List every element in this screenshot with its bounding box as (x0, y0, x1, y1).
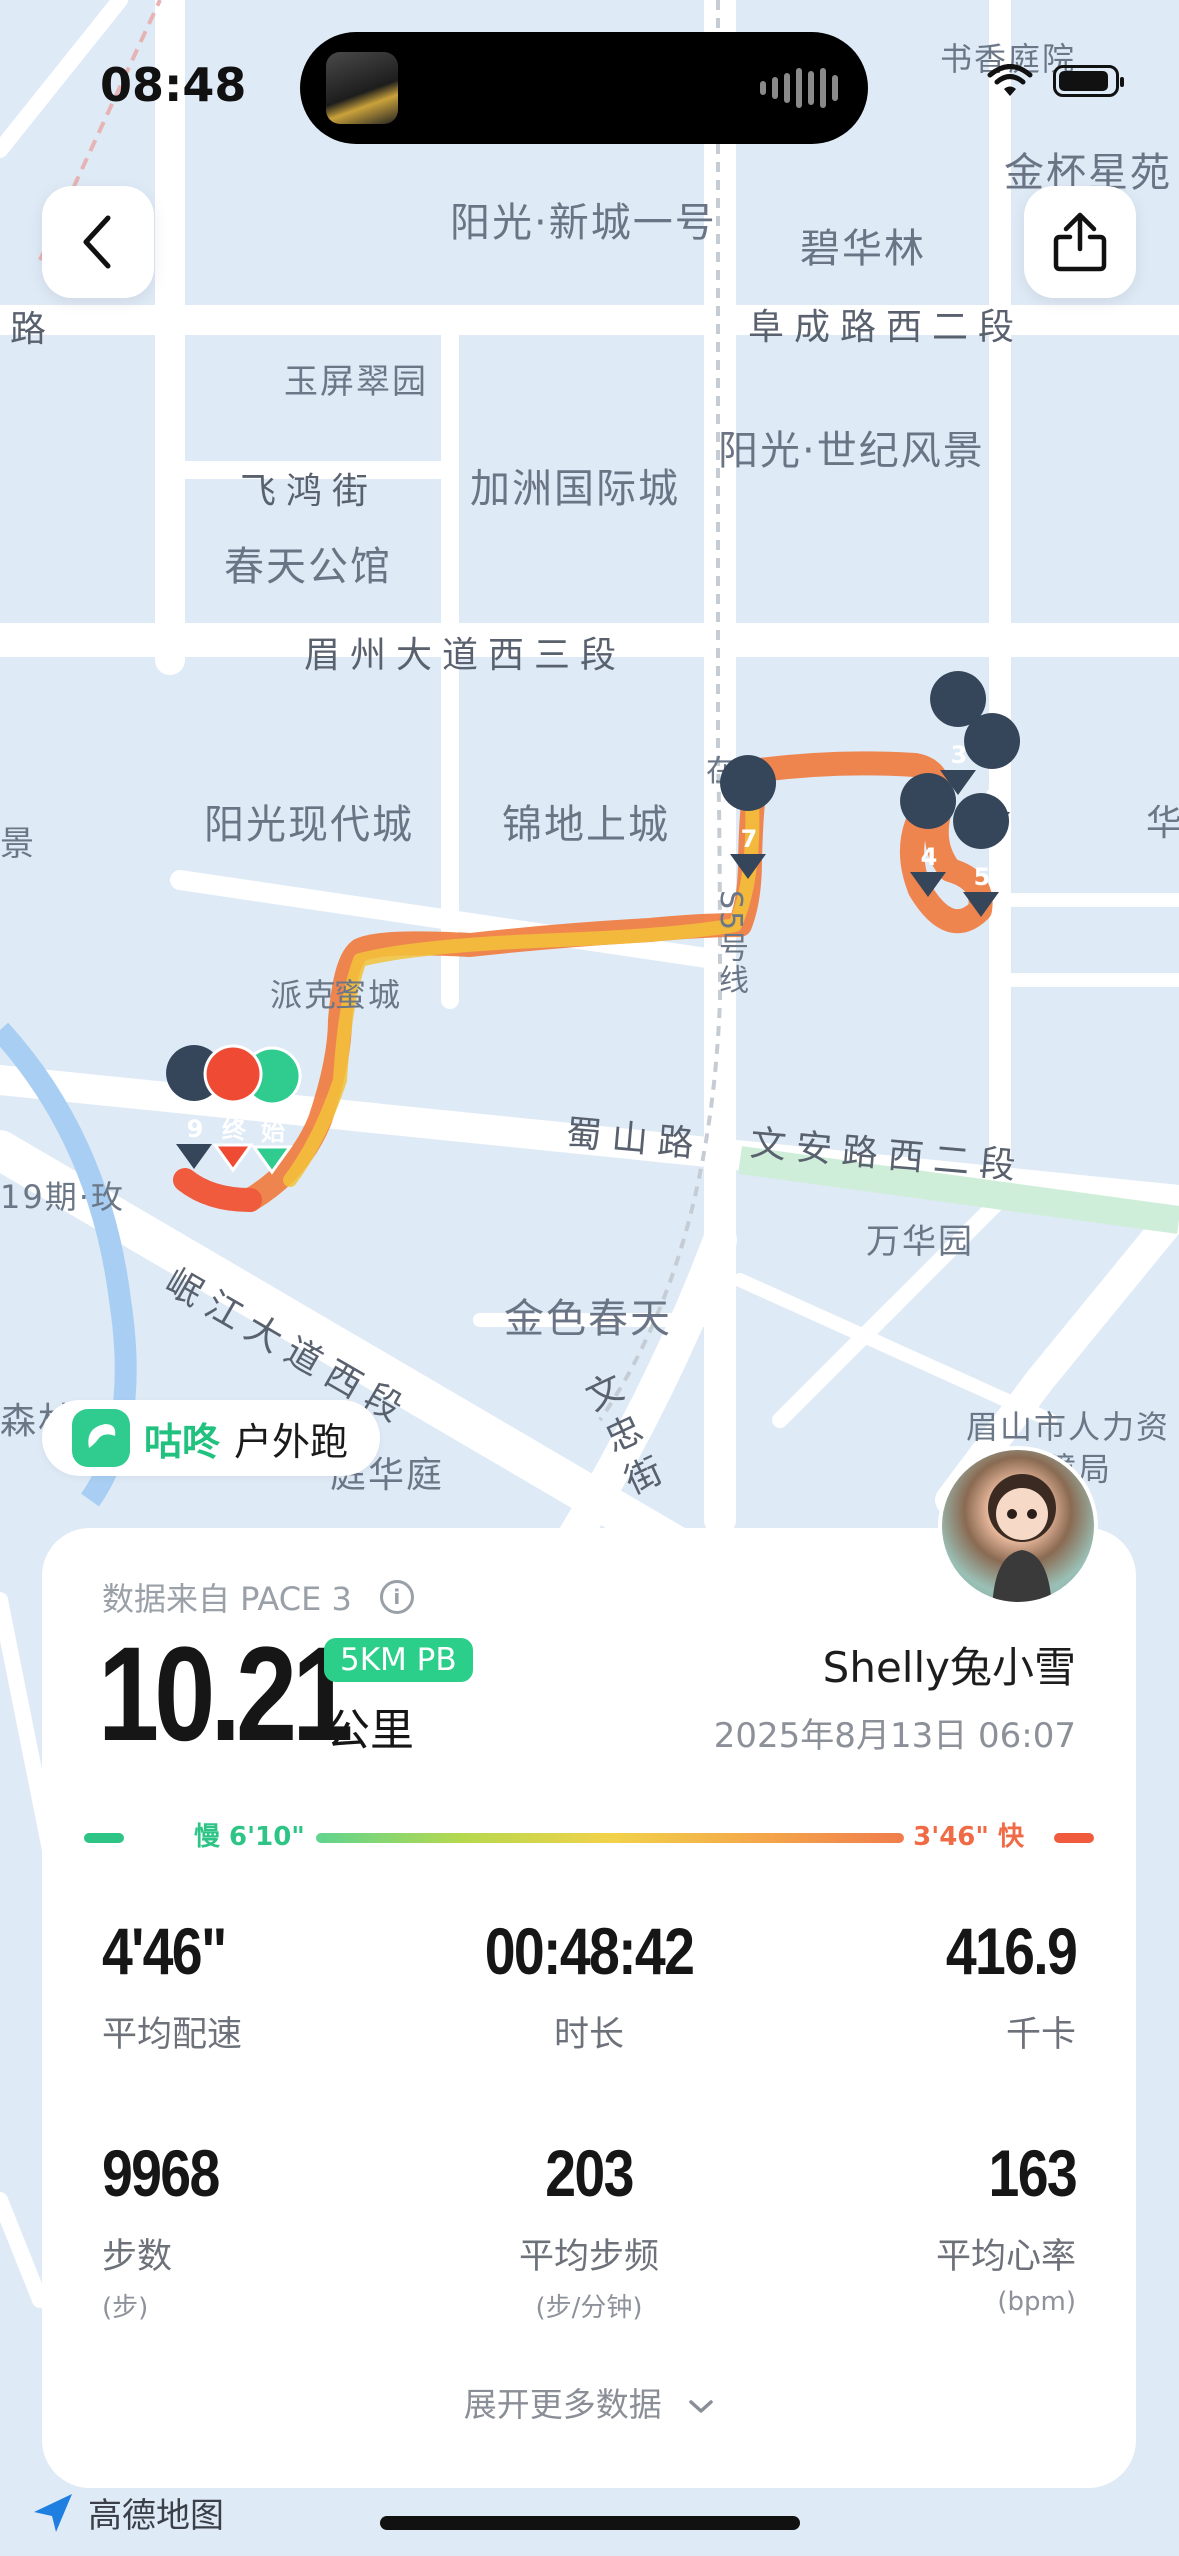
share-button[interactable] (1024, 186, 1136, 298)
expand-more-button[interactable]: 展开更多数据 (42, 2378, 1136, 2426)
back-button[interactable] (42, 186, 154, 298)
stat-value: 4'46" (102, 1914, 227, 1988)
workout-datetime: 2025年8月13日 06:07 (713, 1716, 1076, 1756)
pace-fast-label: 3'46" 快 (913, 1822, 1024, 1852)
svg-text:7: 7 (741, 825, 758, 853)
stat-label: 平均心率 (935, 2237, 1076, 2277)
svg-text:终: 终 (222, 1116, 247, 1144)
stat-label: 平均步频 (518, 2237, 659, 2277)
km-marker-7[interactable]: 7 (720, 755, 777, 879)
stat-unit: (步/分钟) (535, 2293, 643, 2323)
stat-cadence: 203 平均步频 (步/分钟) (364, 2140, 814, 2324)
wifi-icon (987, 64, 1033, 96)
pace-slow-label: 慢 6'10" (194, 1822, 305, 1852)
stat-heart-rate: 163 平均心率 (bpm) (935, 2136, 1078, 2317)
stat-value: 00:48:42 (484, 1914, 695, 1988)
status-icons (987, 64, 1124, 98)
svg-text:5: 5 (974, 863, 991, 891)
stat-value: 9968 (102, 2136, 220, 2210)
codoon-logo-icon (72, 1409, 130, 1467)
stat-value: 163 (988, 2136, 1078, 2210)
stat-label: 时长 (553, 2015, 624, 2055)
data-source: 数据来自 PACE 3 i (102, 1574, 414, 1620)
pace-fast-swatch (1054, 1833, 1094, 1843)
chevron-down-icon (689, 2399, 713, 2413)
dynamic-island[interactable] (300, 32, 868, 144)
stat-calories: 416.9 千卡 (921, 1914, 1078, 2057)
stat-steps: 9968 步数 (步) (102, 2140, 241, 2324)
now-playing-artwork (326, 52, 398, 124)
home-indicator[interactable] (380, 2516, 800, 2530)
end-marker[interactable]: 终 (203, 1044, 263, 1173)
stat-value: 203 (545, 2136, 634, 2210)
user-name: Shelly兔小雪 (822, 1643, 1076, 1692)
pace-gradient (316, 1833, 904, 1843)
amap-logo-icon (34, 2493, 72, 2532)
data-source-text: 数据来自 PACE 3 (102, 1580, 352, 1618)
expand-more-label: 展开更多数据 (463, 2385, 662, 2424)
battery-icon (1053, 65, 1124, 97)
amap-text: 高德地图 (88, 2496, 224, 2536)
share-icon (1053, 212, 1107, 272)
stat-unit: (bpm) (997, 2287, 1076, 2317)
distance-unit: 公里 (326, 1705, 414, 1756)
svg-text:9: 9 (187, 1115, 204, 1143)
stat-value: 416.9 (945, 1914, 1078, 1988)
stat-label: 千卡 (1005, 2015, 1076, 2055)
amap-attribution: 高德地图 (30, 2488, 224, 2537)
avatar[interactable] (938, 1446, 1098, 1606)
stat-duration: 00:48:42 时长 (364, 1918, 814, 2057)
workout-summary-card: 数据来自 PACE 3 i 10.21 5KM PB 公里 Shelly兔小雪 … (42, 1528, 1136, 2488)
distance-value: 10.21 (98, 1620, 353, 1769)
pace-slow-swatch (84, 1833, 124, 1843)
stat-label: 步数 (102, 2237, 173, 2277)
info-icon[interactable]: i (379, 1580, 414, 1614)
status-time: 08:48 (100, 58, 247, 112)
audio-wave-icon (760, 68, 838, 108)
activity-source-pill: 咕咚 户外跑 (42, 1400, 381, 1476)
app-brand: 咕咚 (144, 1419, 221, 1464)
stat-unit: (步) (102, 2293, 149, 2323)
svg-text:始: 始 (261, 1118, 285, 1146)
km-marker-4[interactable]: 4 (900, 773, 957, 897)
km-marker-5[interactable]: 5 (953, 793, 1010, 917)
stat-avg-pace: 4'46" 平均配速 (102, 1918, 249, 2057)
activity-type: 户外跑 (234, 1419, 349, 1464)
svg-text:4: 4 (921, 843, 938, 871)
chevron-left-icon (83, 215, 111, 269)
pb-badge: 5KM PB (324, 1638, 473, 1682)
stat-label: 平均配速 (102, 2015, 243, 2055)
pace-legend: 慢 6'10" 3'46" 快 (84, 1822, 1094, 1852)
